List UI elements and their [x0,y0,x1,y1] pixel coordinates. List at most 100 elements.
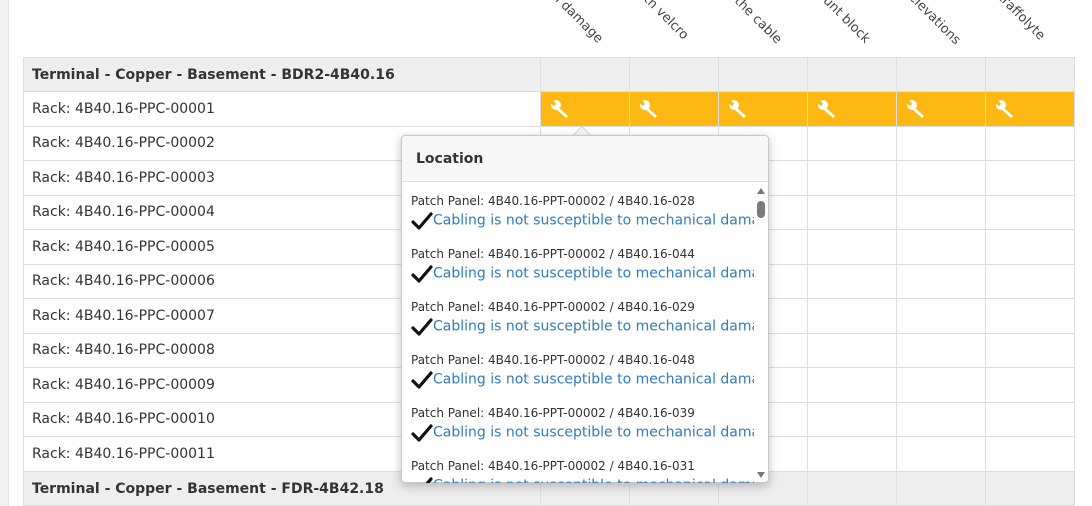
status-cell[interactable] [807,195,896,229]
scroll-down-arrow-icon[interactable] [757,472,765,478]
rack-label: Rack: 4B40.16-PPC-00003 [32,169,215,186]
status-cell[interactable] [985,402,1074,436]
rack-label: Rack: 4B40.16-PPC-00009 [32,376,215,393]
popover-scrollbar[interactable] [755,188,767,478]
group-cell [985,472,1074,506]
status-cell[interactable] [896,195,985,229]
status-cell-warning[interactable] [718,91,807,126]
rack-label: Rack: 4B40.16-PPC-00002 [32,135,215,151]
status-cell[interactable] [807,402,896,436]
check-icon [411,370,433,389]
check-icon [425,476,433,483]
rack-label: Rack: 4B40.16-PPC-00006 [32,273,215,289]
check-icon [411,423,433,442]
status-link[interactable]: Cabling is not susceptible to mechanical… [433,213,754,229]
column-header-label: cal damage [541,0,606,47]
column-header-label: c elevations [897,0,964,48]
location-entry: Patch Panel: 4B40.16-PPT-00002 / 4B40.16… [411,457,754,483]
column-header-label: of the cable [719,0,785,48]
group-title: Terminal - Copper - Basement - FDR-4B42.… [32,481,384,497]
status-cell[interactable] [985,298,1074,333]
check-status: Cabling is not susceptible to mechanical… [411,263,754,285]
status-cell-warning[interactable] [540,91,629,126]
status-cell[interactable] [896,160,985,195]
check-icon [411,211,433,230]
status-cell-warning[interactable] [896,91,985,126]
status-cell[interactable] [985,367,1074,402]
patch-panel-location: Patch Panel: 4B40.16-PPT-00002 / 4B40.16… [411,406,695,420]
check-status: Cabling is not susceptible to mechanical… [411,369,754,391]
status-cell[interactable] [896,402,985,436]
status-cell[interactable] [985,126,1074,160]
status-cell-warning[interactable] [807,91,896,126]
status-cell[interactable] [807,436,896,471]
status-cell[interactable] [896,333,985,367]
status-cell-warning[interactable] [629,91,718,126]
group-cell [718,58,807,92]
status-cell[interactable] [985,160,1074,195]
group-title: Terminal - Copper - Basement - BDR2-4B40… [32,67,395,83]
status-link[interactable]: Cabling is not susceptible to mechanical… [433,478,754,484]
location-entry: Patch Panel: 4B40.16-PPT-00002 / 4B40.16… [411,404,754,444]
status-cell[interactable] [896,367,985,402]
patch-panel-location: Patch Panel: 4B40.16-PPT-00002 / 4B40.16… [411,459,695,473]
left-rail [0,0,9,506]
check-icon [411,317,433,336]
status-cell[interactable] [985,333,1074,367]
check-status: Cabling is not susceptible to mechanical… [411,422,754,444]
status-cell[interactable] [807,298,896,333]
wrench-icon [995,99,1013,118]
column-header-label: with velcro [630,0,692,43]
wrench-icon [728,99,746,118]
status-cell[interactable] [896,298,985,333]
group-header-row: Terminal - Copper - Basement - BDR2-4B40… [23,57,1075,92]
status-cell[interactable] [807,160,896,195]
status-link[interactable]: Cabling is not susceptible to mechanical… [433,372,754,388]
status-cell[interactable] [985,264,1074,298]
group-cell [896,472,985,506]
rack-label: Rack: 4B40.16-PPC-00008 [32,342,215,358]
check-status: Cabling is not susceptible to mechanical… [411,210,754,232]
status-cell[interactable] [896,264,985,298]
wrench-icon [639,99,657,118]
status-cell[interactable] [896,436,985,471]
patch-panel-location: Patch Panel: 4B40.16-PPT-00002 / 4B40.16… [411,247,695,261]
status-link[interactable]: Cabling is not susceptible to mechanical… [433,319,754,335]
wrench-icon [550,99,568,118]
status-cell[interactable] [985,436,1074,471]
status-cell[interactable] [807,367,896,402]
rack-label: Rack: 4B40.16-PPC-00010 [32,411,215,427]
location-entry: Patch Panel: 4B40.16-PPT-00002 / 4B40.16… [411,245,754,285]
popover-body[interactable]: Patch Panel: 4B40.16-PPT-00002 / 4B40.16… [402,183,754,483]
group-cell [985,58,1074,92]
status-cell[interactable] [896,126,985,160]
table-row: Rack: 4B40.16-PPC-00001 [23,91,1075,127]
wrench-icon [906,99,924,118]
location-entry: Patch Panel: 4B40.16-PPT-00002 / 4B40.16… [411,192,754,232]
status-link[interactable]: Cabling is not susceptible to mechanical… [433,266,754,282]
group-cell [896,58,985,92]
scroll-thumb[interactable] [757,201,765,218]
rack-label: Rack: 4B40.16-PPC-00004 [32,204,215,220]
status-cell[interactable] [896,229,985,264]
group-cell [807,472,896,506]
status-cell[interactable] [985,229,1074,264]
patch-panel-location: Patch Panel: 4B40.16-PPT-00002 / 4B40.16… [411,300,695,314]
status-cell-warning[interactable] [985,91,1074,126]
group-cell [629,58,718,92]
status-cell[interactable] [807,264,896,298]
status-cell[interactable] [807,229,896,264]
patch-panel-location: Patch Panel: 4B40.16-PPT-00002 / 4B40.16… [411,353,695,367]
patch-panel-location: Patch Panel: 4B40.16-PPT-00002 / 4B40.16… [411,194,695,208]
scroll-up-arrow-icon[interactable] [757,188,765,194]
check-icon [411,264,433,283]
group-cell [540,58,629,92]
column-header-label: nount block [808,0,874,47]
rack-label: Rack: 4B40.16-PPC-00007 [32,307,215,324]
status-cell[interactable] [985,195,1074,229]
rack-label: Rack: 4B40.16-PPC-00005 [32,238,215,255]
status-cell[interactable] [807,126,896,160]
group-cell [807,58,896,92]
status-cell[interactable] [807,333,896,367]
status-link[interactable]: Cabling is not susceptible to mechanical… [433,425,754,441]
